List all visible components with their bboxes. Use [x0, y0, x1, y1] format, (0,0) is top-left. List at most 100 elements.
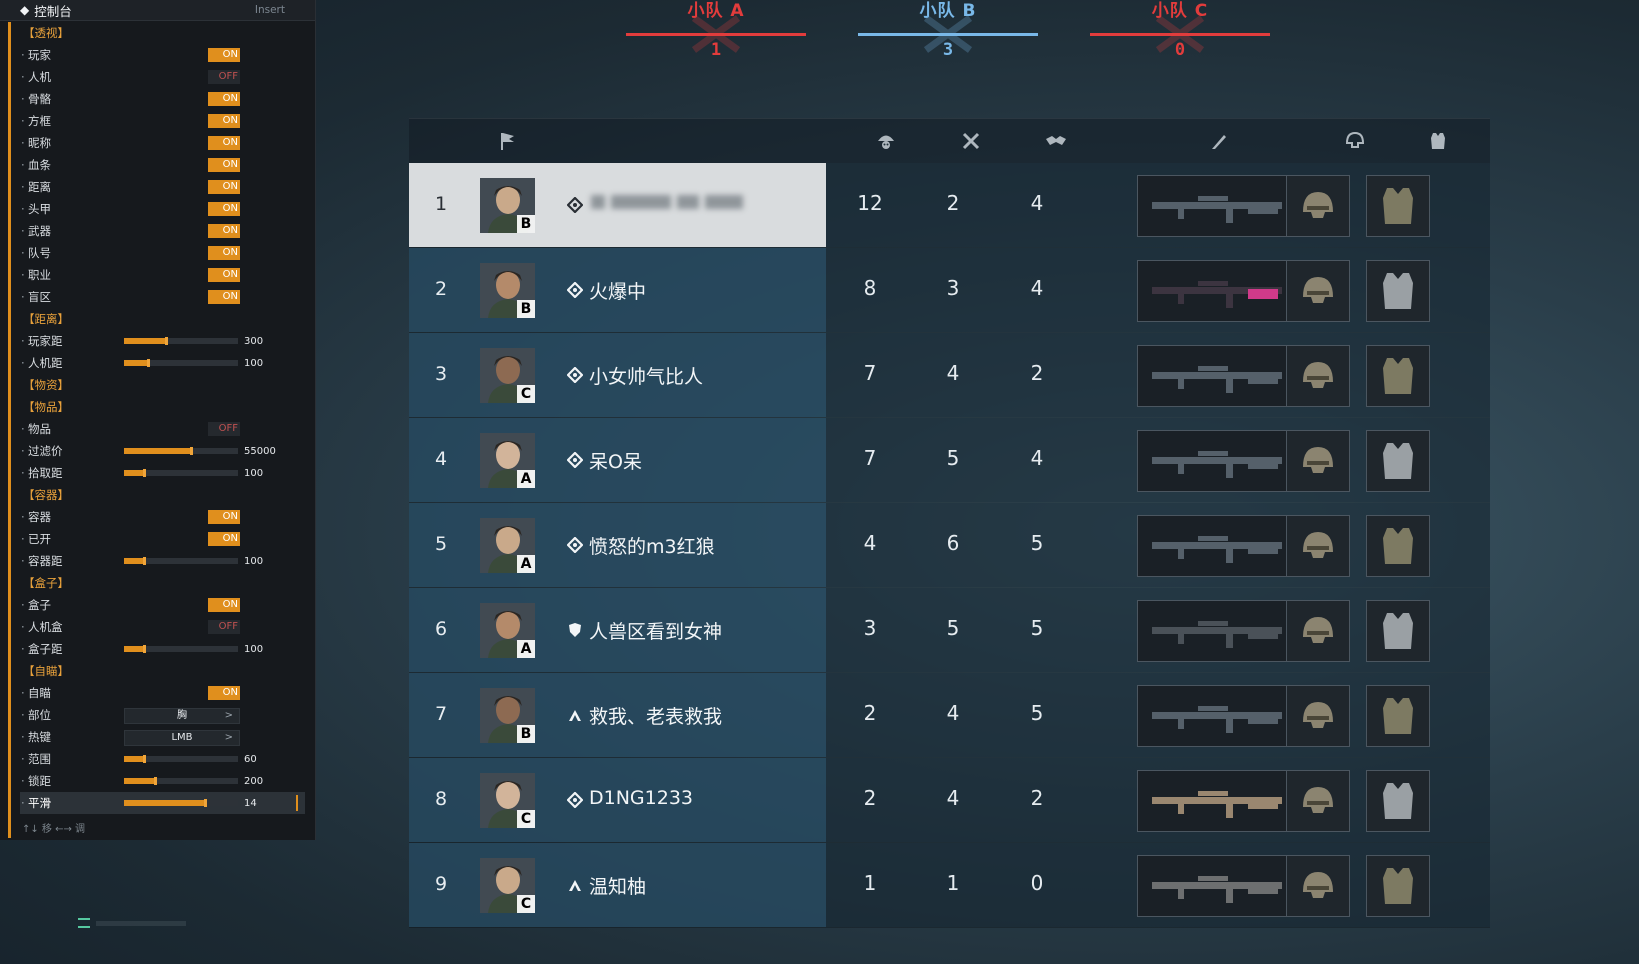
console-option-slider[interactable]: · 人机距 100	[20, 352, 305, 374]
toggle-switch[interactable]: ON	[208, 510, 240, 524]
console-header[interactable]: ◆ 控制台 Insert	[0, 0, 315, 21]
toggle-switch[interactable]: OFF	[208, 620, 240, 634]
slider[interactable]	[124, 447, 238, 455]
console-option-toggle[interactable]: · 盲区 ON	[20, 286, 305, 308]
toggle-switch[interactable]: ON	[208, 202, 240, 216]
console-option-toggle[interactable]: · 血条 ON	[20, 154, 305, 176]
slider[interactable]	[124, 469, 238, 477]
toggle-switch[interactable]: ON	[208, 598, 240, 612]
slider[interactable]	[124, 359, 238, 367]
console-option-toggle[interactable]: · 武器 ON	[20, 220, 305, 242]
armor-slot[interactable]	[1366, 770, 1430, 832]
helmet-slot[interactable]	[1286, 600, 1350, 662]
armor-slot[interactable]	[1366, 260, 1430, 322]
helmet-slot[interactable]	[1286, 515, 1350, 577]
helmet-slot[interactable]	[1286, 175, 1350, 237]
armor-slot[interactable]	[1366, 430, 1430, 492]
armor-slot[interactable]	[1366, 345, 1430, 407]
player-row[interactable]: 8 C D1NG1233 2 4 2	[409, 758, 1490, 843]
toggle-switch[interactable]: ON	[208, 246, 240, 260]
player-row[interactable]: 4 A 呆O呆 7 5 4	[409, 418, 1490, 503]
toggle-switch[interactable]: ON	[208, 92, 240, 106]
dropdown-select[interactable]: LMB >	[124, 730, 240, 746]
slider[interactable]	[124, 645, 238, 653]
console-option-toggle[interactable]: · 人机 OFF	[20, 66, 305, 88]
slider-handle[interactable]	[142, 755, 146, 763]
helmet-slot[interactable]	[1286, 345, 1350, 407]
toggle-switch[interactable]: ON	[208, 686, 240, 700]
slider-handle[interactable]	[142, 469, 146, 477]
helmet-slot[interactable]	[1286, 855, 1350, 917]
player-row[interactable]: 1 B 12 2 4	[409, 163, 1490, 248]
player-row[interactable]: 6 A 人兽区看到女神 3 5 5	[409, 588, 1490, 673]
console-option-toggle[interactable]: · 队号 ON	[20, 242, 305, 264]
weapon-slot[interactable]	[1137, 345, 1303, 407]
weapon-slot[interactable]	[1137, 770, 1303, 832]
toggle-switch[interactable]: ON	[208, 136, 240, 150]
weapon-slot[interactable]	[1137, 260, 1303, 322]
toggle-switch[interactable]: OFF	[208, 422, 240, 436]
console-option-toggle[interactable]: · 人机盒 OFF	[20, 616, 305, 638]
console-option-toggle[interactable]: · 物品 OFF	[20, 418, 305, 440]
player-row[interactable]: 7 B 救我、老表救我 2 4 5	[409, 673, 1490, 758]
slider[interactable]	[124, 799, 238, 807]
console-option-slider[interactable]: · 玩家距 300	[20, 330, 305, 352]
console-option-toggle[interactable]: · 距离 ON	[20, 176, 305, 198]
console-option-toggle[interactable]: · 昵称 ON	[20, 132, 305, 154]
slider[interactable]	[124, 557, 238, 565]
armor-slot[interactable]	[1366, 855, 1430, 917]
console-option-slider[interactable]: · 锁距 200	[20, 770, 305, 792]
weapon-slot[interactable]	[1137, 515, 1303, 577]
player-row[interactable]: 2 B 火爆中 8 3 4	[409, 248, 1490, 333]
slider-handle[interactable]	[147, 359, 151, 367]
armor-slot[interactable]	[1366, 600, 1430, 662]
slider[interactable]	[124, 337, 238, 345]
slider-handle[interactable]	[190, 447, 194, 455]
console-option-toggle[interactable]: · 容器 ON	[20, 506, 305, 528]
weapon-slot[interactable]	[1137, 600, 1303, 662]
toggle-switch[interactable]: ON	[208, 158, 240, 172]
weapon-slot[interactable]	[1137, 855, 1303, 917]
toggle-switch[interactable]: ON	[208, 114, 240, 128]
toggle-switch[interactable]: ON	[208, 48, 240, 62]
console-option-toggle[interactable]: · 骨骼 ON	[20, 88, 305, 110]
toggle-switch[interactable]: ON	[208, 224, 240, 238]
armor-slot[interactable]	[1366, 175, 1430, 237]
console-option-slider[interactable]: · 平滑 14	[20, 792, 305, 814]
console-option-slider[interactable]: · 范围 60	[20, 748, 305, 770]
console-option-toggle[interactable]: · 方框 ON	[20, 110, 305, 132]
dropdown-select[interactable]: 胸 >	[124, 708, 240, 724]
slider-handle[interactable]	[165, 337, 169, 345]
player-row[interactable]: 9 C 温知柚 1 1 0	[409, 843, 1490, 928]
console-option-select[interactable]: · 部位胸 >	[20, 704, 305, 726]
console-option-select[interactable]: · 热键 LMB >	[20, 726, 305, 748]
helmet-slot[interactable]	[1286, 770, 1350, 832]
toggle-switch[interactable]: ON	[208, 290, 240, 304]
console-option-slider[interactable]: · 过滤价 55000	[20, 440, 305, 462]
toggle-switch[interactable]: ON	[208, 532, 240, 546]
weapon-slot[interactable]	[1137, 685, 1303, 747]
toggle-switch[interactable]: OFF	[208, 70, 240, 84]
helmet-slot[interactable]	[1286, 685, 1350, 747]
armor-slot[interactable]	[1366, 515, 1430, 577]
slider-handle[interactable]	[204, 799, 208, 807]
toggle-switch[interactable]: ON	[208, 268, 240, 282]
console-option-slider[interactable]: · 拾取距 100	[20, 462, 305, 484]
player-row[interactable]: 3 C 小女帅气比人 7 4 2	[409, 333, 1490, 418]
console-option-slider[interactable]: · 容器距 100	[20, 550, 305, 572]
slider-handle[interactable]	[142, 557, 146, 565]
console-option-toggle[interactable]: · 盒子 ON	[20, 594, 305, 616]
console-option-toggle[interactable]: · 自瞄 ON	[20, 682, 305, 704]
slider-handle[interactable]	[153, 777, 157, 785]
helmet-slot[interactable]	[1286, 430, 1350, 492]
slider-handle[interactable]	[142, 645, 146, 653]
slider[interactable]	[124, 777, 238, 785]
helmet-slot[interactable]	[1286, 260, 1350, 322]
armor-slot[interactable]	[1366, 685, 1430, 747]
weapon-slot[interactable]	[1137, 175, 1303, 237]
console-option-slider[interactable]: · 盒子距 100	[20, 638, 305, 660]
player-row[interactable]: 5 A 愤怒的m3红狼 4 6 5	[409, 503, 1490, 588]
console-option-toggle[interactable]: · 玩家 ON	[20, 44, 305, 66]
slider[interactable]	[124, 755, 238, 763]
console-option-toggle[interactable]: · 头甲 ON	[20, 198, 305, 220]
